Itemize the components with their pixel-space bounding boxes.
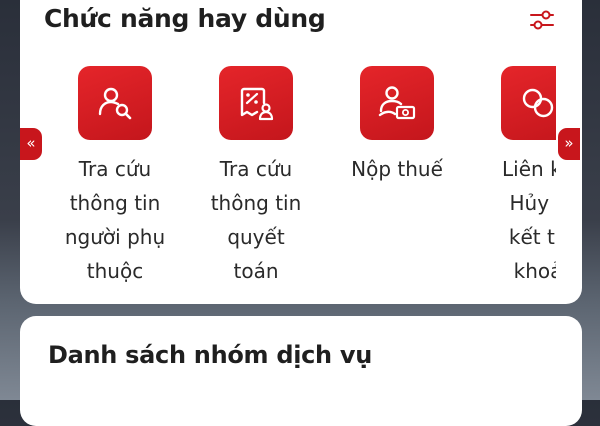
tax-payment-icon bbox=[378, 86, 416, 120]
label-line: người phụ bbox=[64, 225, 166, 249]
function-item-dependent-lookup[interactable]: Tra cứu thông tin người phụ thuộc bbox=[60, 58, 170, 288]
function-tile bbox=[501, 66, 556, 140]
double-chevron-left-icon: « bbox=[26, 134, 36, 152]
function-item-account-link[interactable]: Liên kế Hủy li kết tà khoả bbox=[483, 58, 556, 288]
service-groups-title: Danh sách nhóm dịch vụ bbox=[48, 341, 373, 369]
service-groups-card bbox=[20, 316, 582, 426]
label-line: kết tà bbox=[508, 225, 556, 249]
function-tile bbox=[78, 66, 152, 140]
frequent-functions-title: Chức năng hay dùng bbox=[44, 4, 326, 33]
settlement-receipt-icon bbox=[240, 87, 274, 121]
scroll-left-button[interactable]: « bbox=[20, 128, 42, 160]
double-chevron-right-icon: » bbox=[564, 134, 574, 152]
function-tile bbox=[219, 66, 293, 140]
function-label: Tra cứu thông tin quyết toán bbox=[201, 152, 311, 288]
filter-button[interactable] bbox=[528, 8, 556, 32]
label-line: toán bbox=[233, 259, 279, 283]
link-unlink-icon bbox=[522, 88, 554, 118]
scroll-right-button[interactable]: » bbox=[558, 128, 580, 160]
label-line: Liên kế bbox=[502, 157, 556, 181]
function-label: Nộp thuế bbox=[342, 152, 452, 186]
function-label: Liên kế Hủy li kết tà khoả bbox=[483, 152, 556, 288]
function-item-settlement-lookup[interactable]: Tra cứu thông tin quyết toán bbox=[201, 58, 311, 288]
label-line: thông tin bbox=[210, 191, 302, 215]
label-line: thông tin bbox=[69, 191, 161, 215]
sliders-icon bbox=[530, 10, 554, 30]
label-line: Tra cứu bbox=[78, 157, 152, 181]
label-line: thuộc bbox=[86, 259, 144, 283]
label-line: Hủy li bbox=[509, 191, 556, 215]
label-line: khoả bbox=[513, 259, 556, 283]
label-line: Tra cứu bbox=[219, 157, 293, 181]
function-item-tax-payment[interactable]: Nộp thuế bbox=[342, 58, 452, 186]
function-label: Tra cứu thông tin người phụ thuộc bbox=[60, 152, 170, 288]
label-line: Nộp thuế bbox=[351, 157, 443, 181]
function-carousel[interactable]: Tra cứu thông tin người phụ thuộc Tra cứ… bbox=[40, 58, 556, 298]
function-tile bbox=[360, 66, 434, 140]
person-search-icon bbox=[98, 87, 132, 120]
label-line: quyết bbox=[227, 225, 285, 249]
